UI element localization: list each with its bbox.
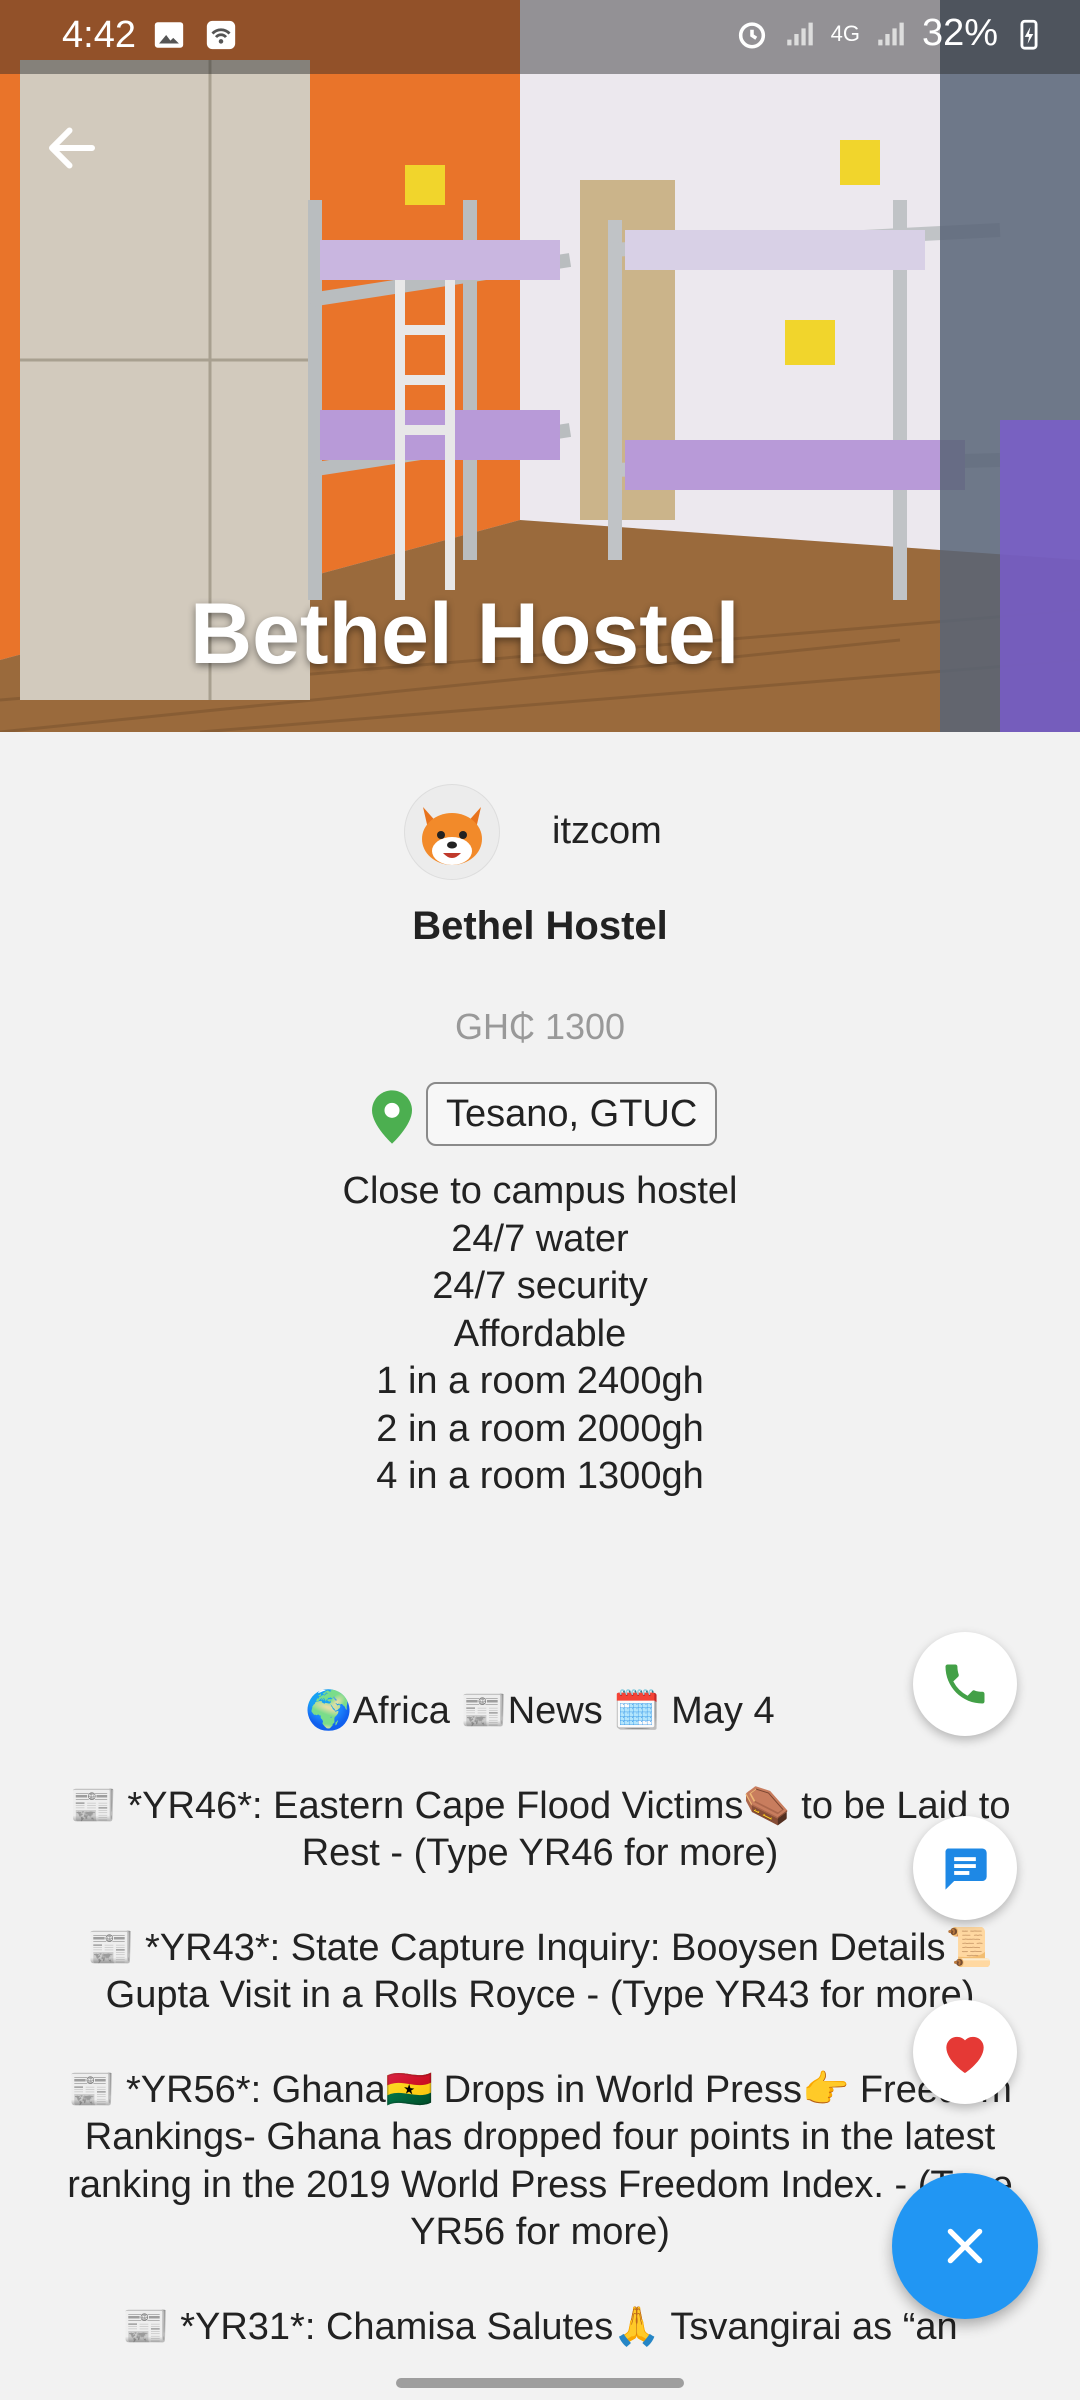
news-item: 📰 *YR56*: Ghana🇬🇭 Drops in World Press👉 … bbox=[67, 2068, 1013, 2254]
signal-icon bbox=[786, 22, 813, 45]
description-line: 4 in a room 1300gh bbox=[376, 1455, 704, 1497]
phone-icon bbox=[945, 1664, 985, 1704]
network-type: 4G bbox=[830, 20, 860, 46]
listing-title: Bethel Hostel bbox=[412, 904, 668, 948]
description-line: 2 in a room 2000gh bbox=[376, 1407, 704, 1450]
gallery-icon bbox=[154, 22, 184, 48]
back-arrow-icon[interactable] bbox=[42, 118, 102, 178]
chat-icon bbox=[945, 1848, 987, 1890]
favorite-button[interactable] bbox=[913, 2000, 1017, 2104]
message-button[interactable] bbox=[913, 1816, 1017, 1920]
wifi-hotspot-icon bbox=[206, 20, 236, 50]
owner-row[interactable]: itzcom bbox=[0, 784, 1080, 880]
battery-charging-icon bbox=[1020, 19, 1038, 50]
location-row: Tesano, GTUC bbox=[0, 1082, 1080, 1146]
news-item: 📰 *YR46*: Eastern Cape Flood Victims⚰️ t… bbox=[69, 1784, 1011, 1875]
listing-details: itzcom Bethel Hostel GH₵ 1300 Tesano, GT… bbox=[0, 732, 1080, 2372]
listing-price: GH₵ 1300 bbox=[454, 1006, 626, 1047]
news-item: 📰 *YR31*: Chamisa Salutes🙏 Tsvangirai as… bbox=[122, 2305, 958, 2348]
close-fab-button[interactable] bbox=[892, 2173, 1038, 2319]
listing-description: Close to campus hostel 24/7 water 24/7 s… bbox=[0, 1168, 1080, 1501]
hero-title: Bethel Hostel bbox=[190, 586, 740, 682]
owner-name[interactable]: itzcom bbox=[552, 810, 662, 853]
alarm-icon bbox=[738, 21, 765, 49]
signal-icon-2 bbox=[878, 22, 904, 45]
system-nav-bar bbox=[0, 2372, 1080, 2400]
description-line: 1 in a room 2400gh bbox=[376, 1360, 704, 1402]
description-line: Close to campus hostel bbox=[342, 1170, 738, 1212]
description-line: 24/7 security bbox=[432, 1265, 648, 1307]
status-bar: 4:42 4G 32% bbox=[0, 0, 1080, 74]
location-pin-icon bbox=[372, 1090, 412, 1144]
home-gesture-pill[interactable] bbox=[396, 2378, 684, 2388]
fox-avatar-icon bbox=[422, 807, 482, 865]
location-chip[interactable]: Tesano, GTUC bbox=[426, 1082, 718, 1146]
description-line: 24/7 water bbox=[451, 1217, 629, 1260]
heart-icon bbox=[946, 2036, 984, 2073]
hero-image: 4:42 4G 32% Bethel Hostel bbox=[0, 0, 1080, 732]
call-button[interactable] bbox=[913, 1632, 1017, 1736]
news-item: 📰 *YR43*: State Capture Inquiry: Booysen… bbox=[87, 1926, 993, 2017]
status-time: 4:42 bbox=[62, 14, 136, 56]
news-header: 🌍Africa 📰News 🗓️ May 4 bbox=[305, 1690, 775, 1732]
news-feed: 🌍Africa 📰News 🗓️ May 4 📰 *YR46*: Eastern… bbox=[40, 1688, 1040, 2372]
avatar[interactable] bbox=[404, 784, 500, 880]
battery-percent: 32% bbox=[921, 12, 998, 54]
close-icon bbox=[947, 2228, 983, 2264]
description-line: Affordable bbox=[453, 1312, 627, 1355]
